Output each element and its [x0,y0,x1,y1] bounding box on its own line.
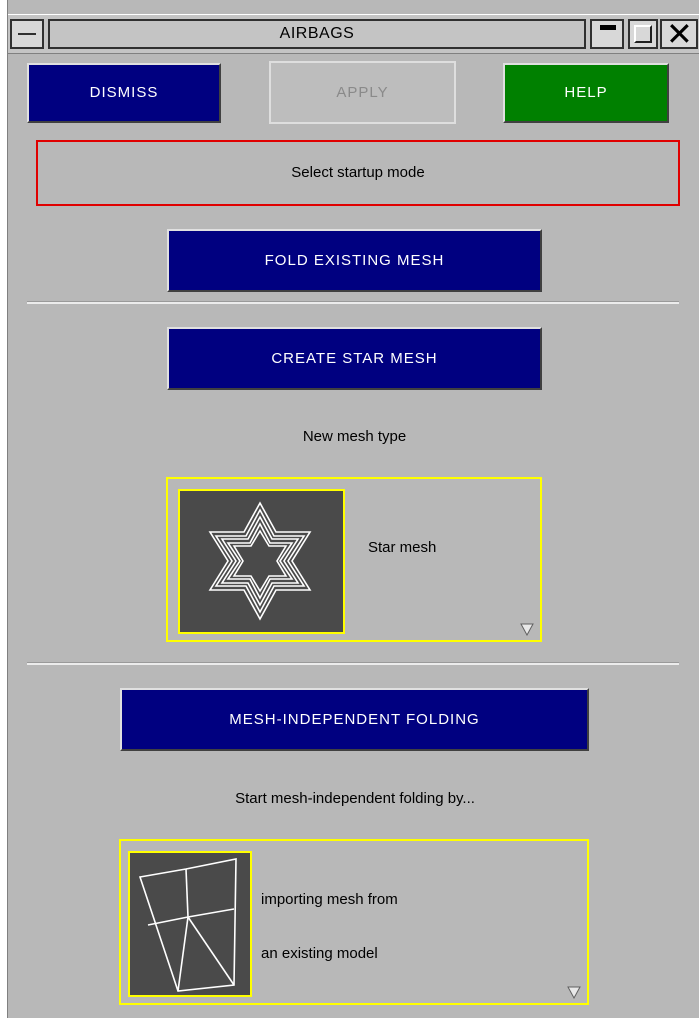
mesh-type-selector[interactable]: Star mesh [166,477,542,642]
help-button[interactable]: HELP [503,63,669,123]
star-mesh-option-label: Star mesh [368,539,437,556]
apply-button[interactable]: APPLY [269,61,456,124]
dropdown-arrow-icon[interactable] [520,622,534,636]
dropdown-arrow-icon[interactable] [567,985,581,999]
star-mesh-icon [178,489,345,634]
import-option-line-2: an existing model [261,945,378,962]
mesh-independent-folding-button[interactable]: MESH-INDEPENDENT FOLDING [120,688,589,751]
maximize-icon[interactable] [628,19,658,49]
close-icon[interactable]: ✕ [660,18,698,50]
status-message: Select startup mode [36,140,680,206]
dismiss-button[interactable]: DISMISS [27,63,221,123]
minimize-icon[interactable] [590,19,624,49]
window-left-edge [0,0,8,1018]
divider [27,662,679,665]
imported-mesh-icon [128,851,252,997]
new-mesh-type-label: New mesh type [302,428,407,445]
divider [27,301,679,304]
mif-source-selector[interactable]: importing mesh from an existing model [119,839,589,1005]
start-mesh-independent-label: Start mesh-independent folding by... [235,790,475,807]
import-option-line-1: importing mesh from [261,891,398,908]
fold-existing-mesh-button[interactable]: FOLD EXISTING MESH [167,229,542,292]
create-star-mesh-button[interactable]: CREATE STAR MESH [167,327,542,390]
window-title: AIRBAGS [48,19,586,49]
window-menu-icon[interactable] [10,19,44,49]
airbags-window: AIRBAGS ✕ DISMISS APPLY HELP Select star… [0,0,699,1018]
title-bar[interactable]: AIRBAGS ✕ [8,14,699,54]
